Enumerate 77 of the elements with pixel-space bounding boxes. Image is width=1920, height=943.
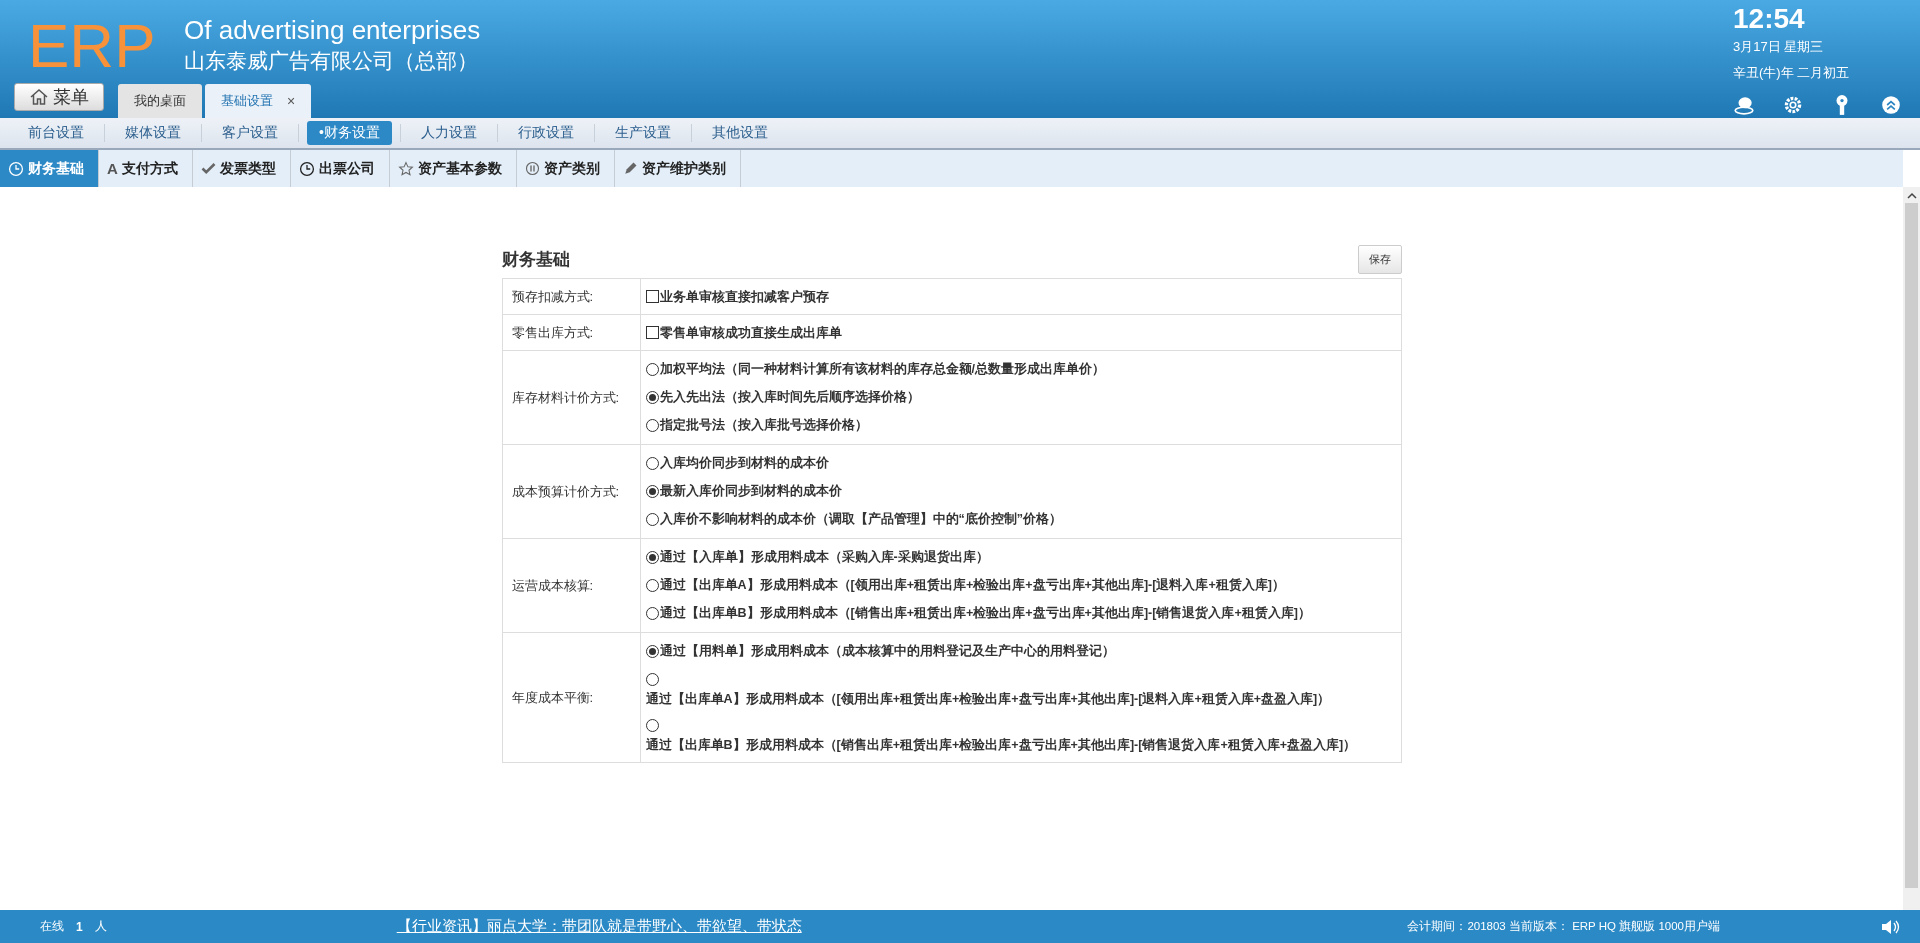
option-label: 先入先出法（按入库时间先后顺序选择价格）	[659, 389, 920, 406]
nav-item[interactable]: 客户设置	[210, 121, 290, 145]
nav-item[interactable]: 其他设置	[699, 121, 780, 145]
sub-tab[interactable]: 发票类型	[192, 150, 291, 187]
pencil-icon	[622, 161, 638, 176]
online-count: 1	[76, 919, 83, 934]
version-info: 会计期间：201803 当前版本： ERP HQ 旗舰版 1000用户端	[1407, 919, 1720, 934]
sub-tab-label: 出票公司	[318, 159, 375, 178]
option-label: 业务单审核直接扣减客户预存	[659, 288, 829, 306]
online-unit: 人	[94, 918, 107, 935]
option-label: 加权平均法（同一种材料计算所有该材料的库存总金额/总数量形成出库单价）	[659, 361, 1105, 378]
option-label: 通过【出库单A】形成用料成本（[领用出库+租赁出库+检验出库+盘亏出库+其他出库]-[退料入库+租赁入库]）	[659, 577, 1285, 594]
star-icon	[397, 160, 414, 177]
online-label: 在线	[40, 918, 64, 935]
sub-tab[interactable]: A 支付方式	[99, 150, 193, 187]
sub-tab[interactable]: 资产维护类别	[614, 150, 741, 187]
panel-title: 财务基础	[501, 249, 570, 271]
chat-icon[interactable]	[1733, 94, 1755, 116]
row-label: 运营成本核算:	[502, 539, 641, 632]
option-label: 指定批号法（按入库批号选择价格）	[659, 417, 868, 434]
clock-time: 12:54	[1733, 4, 1805, 34]
checkbox[interactable]	[645, 326, 659, 339]
date-text: 3月17日 星期三	[1733, 38, 1824, 56]
save-button[interactable]: 保存	[1357, 245, 1402, 274]
check-icon	[200, 161, 216, 176]
option-label: 通过【入库单】形成用料成本（采购入库-采购退货出库）	[659, 549, 989, 566]
sub-tab-label: 资产类别	[543, 159, 600, 178]
speaker-icon[interactable]	[1880, 918, 1900, 935]
tab-label: 我的桌面	[134, 92, 186, 110]
nav-item[interactable]: 前台设置	[16, 121, 96, 145]
clock-icon	[298, 160, 315, 177]
option-label: 入库均价同步到材料的成本价	[659, 455, 829, 472]
scroll-up-icon[interactable]	[1906, 191, 1917, 201]
option-label: 通过【出库单A】形成用料成本（[领用出库+租赁出库+检验出库+盘亏出库+其他出库]-[退料入库+租赁入库+盘盈入库]）	[645, 691, 1331, 708]
sub-tab[interactable]: 财务基础	[0, 150, 99, 187]
sub-tab[interactable]: 资产类别	[516, 150, 615, 187]
tab[interactable]: 基础设置 ×	[205, 84, 312, 118]
sub-tab-label: 资产维护类别	[641, 159, 726, 178]
row-label: 零售出库方式:	[502, 315, 641, 350]
logo: ERP	[27, 14, 157, 78]
nav-item[interactable]: 人力设置	[408, 121, 489, 145]
tab-label: 基础设置	[221, 92, 273, 110]
option-label: 通过【出库单B】形成用料成本（[销售出库+租赁出库+检验出库+盘亏出库+其他出库]-[销售退货入库+租赁入库+盘盈入库]）	[645, 737, 1357, 754]
pause-icon	[524, 161, 540, 176]
nav-item[interactable]: •财务设置	[307, 121, 392, 145]
collapse-icon[interactable]	[1880, 94, 1902, 116]
option-label: 通过【出库单B】形成用料成本（[销售出库+租赁出库+检验出库+盘亏出库+其他出库]-[销售退货入库+租赁入库]）	[659, 605, 1311, 622]
app-title: Of advertising enterprises	[184, 14, 481, 46]
sub-tab-label: 发票类型	[219, 159, 276, 178]
sub-tab[interactable]: 资产基本参数	[389, 150, 517, 187]
nav-item[interactable]: 生产设置	[602, 121, 683, 145]
lunar-date: 辛丑(牛)年 二月初五	[1733, 64, 1850, 82]
option-label: 入库价不影响材料的成本价（调取【产品管理】中的“底价控制”价格）	[659, 511, 1062, 528]
checkbox[interactable]	[645, 290, 659, 303]
company-name: 山东泰威广告有限公司（总部）	[184, 48, 479, 74]
option-label: 通过【用料单】形成用料成本（成本核算中的用料登记及生产中心的用料登记）	[659, 643, 1115, 660]
menu-button[interactable]: 菜单	[14, 83, 104, 111]
scrollbar[interactable]	[1903, 187, 1920, 910]
clock-icon	[8, 160, 24, 177]
home-icon	[29, 87, 49, 107]
nav-item[interactable]: 媒体设置	[113, 121, 193, 145]
settings-icon[interactable]	[1782, 94, 1804, 116]
nav-item[interactable]: 行政设置	[505, 121, 586, 145]
tab[interactable]: 我的桌面	[118, 84, 202, 118]
sub-tab-label: 资产基本参数	[417, 159, 502, 178]
sub-tab-label: 财务基础	[28, 159, 84, 178]
sub-tab[interactable]: 出票公司	[290, 150, 390, 187]
row-label: 预存扣减方式:	[502, 279, 641, 314]
row-label: 库存材料计价方式:	[502, 351, 641, 444]
option-label: 最新入库价同步到材料的成本价	[659, 483, 842, 500]
letter-icon: A	[107, 160, 118, 177]
row-label: 成本预算计价方式:	[502, 445, 641, 538]
news-link[interactable]: 【行业资讯】丽点大学：带团队就是带野心、带欲望、带状态	[396, 917, 802, 936]
close-icon[interactable]: ×	[287, 93, 296, 109]
option-label: 零售单审核成功直接生成出库单	[659, 324, 842, 342]
row-label: 年度成本平衡:	[502, 633, 641, 762]
sub-tab-label: 支付方式	[121, 159, 178, 178]
